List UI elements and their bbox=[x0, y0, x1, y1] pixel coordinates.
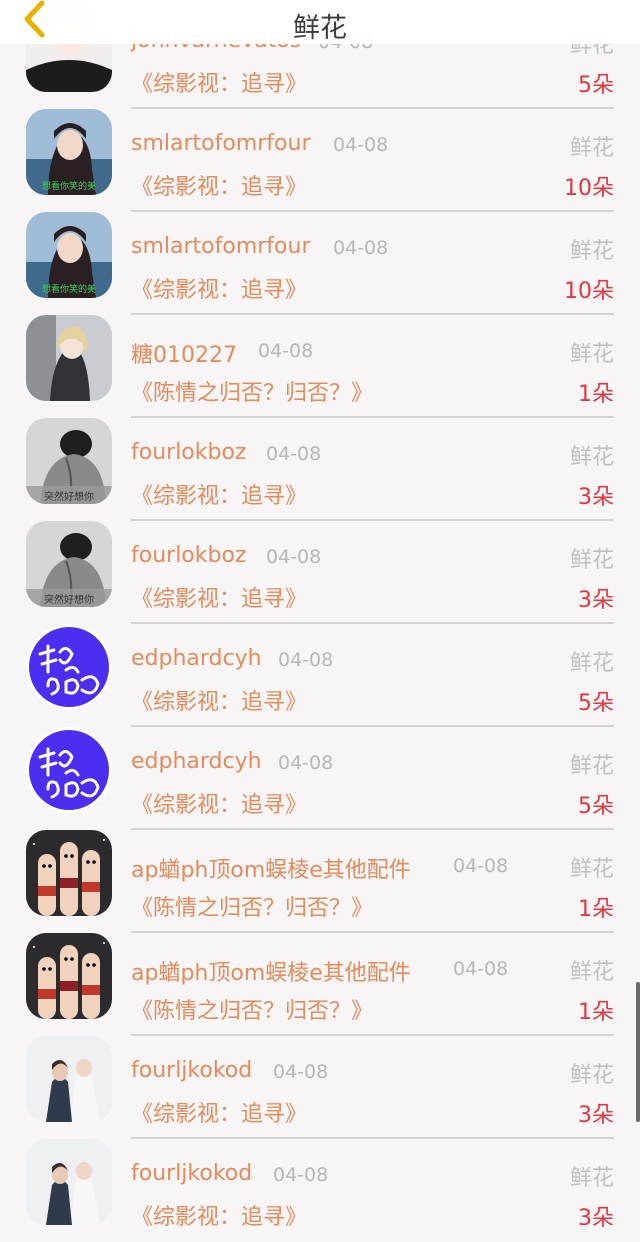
book-title[interactable]: 《陈情之归否？归否？》 bbox=[131, 993, 373, 1025]
gift-date: 04-08 bbox=[453, 958, 509, 980]
avatar[interactable] bbox=[26, 933, 112, 1019]
username[interactable]: ap蝤ph顶om蜈棱e其他配件 bbox=[131, 852, 411, 884]
username[interactable]: smlartofomrfour bbox=[131, 131, 311, 156]
avatar-caption: 想看你笑的美 bbox=[42, 283, 96, 295]
gift-type: 鲜花 bbox=[569, 445, 614, 470]
list-item[interactable]: fourljkokod 04-08 鲜花 《综影视：追寻》 3朵 bbox=[0, 1036, 640, 1139]
gift-date: 04-08 bbox=[266, 443, 322, 465]
list-item[interactable]: 想看你笑的美 smlartofomrfour 04-08 鲜花 《综影视：追寻》… bbox=[0, 109, 640, 212]
avatar[interactable] bbox=[26, 830, 112, 916]
gift-type: 鲜花 bbox=[569, 651, 614, 676]
flower-count: 5朵 bbox=[578, 794, 614, 819]
list-item[interactable]: edphardcyh 04-08 鲜花 《综影视：追寻》 5朵 bbox=[0, 624, 640, 727]
book-title[interactable]: 《陈情之归否？归否？》 bbox=[131, 890, 373, 922]
book-title[interactable]: 《综影视：追寻》 bbox=[131, 684, 307, 716]
gift-type: 鲜花 bbox=[569, 136, 614, 161]
username[interactable]: fourljkokod bbox=[131, 1161, 252, 1186]
gift-date: 04-08 bbox=[266, 546, 322, 568]
list-item[interactable]: 突然好想你 fourlokboz 04-08 鲜花 《综影视：追寻》 3朵 bbox=[0, 418, 640, 521]
list-item[interactable]: 想看你笑的美 smlartofomrfour 04-08 鲜花 《综影视：追寻》… bbox=[0, 212, 640, 315]
flower-count: 1朵 bbox=[578, 382, 614, 407]
book-title[interactable]: 《综影视：追寻》 bbox=[131, 1096, 307, 1128]
list-item[interactable]: 糖010227 04-08 鲜花 《陈情之归否？归否？》 1朵 bbox=[0, 315, 640, 418]
gift-date: 04-08 bbox=[333, 237, 389, 259]
flower-count: 1朵 bbox=[578, 1000, 614, 1025]
flower-count: 10朵 bbox=[564, 279, 614, 304]
flower-count: 10朵 bbox=[564, 176, 614, 201]
book-title[interactable]: 《综影视：追寻》 bbox=[131, 272, 307, 304]
avatar[interactable]: 想看你笑的美 bbox=[26, 109, 112, 195]
username[interactable]: fourlokboz bbox=[131, 440, 246, 465]
avatar[interactable]: 想看你笑的美 bbox=[26, 212, 112, 298]
gift-date: 04-08 bbox=[258, 340, 314, 362]
scrollbar[interactable] bbox=[636, 982, 640, 1122]
avatar-caption: 突然好想你 bbox=[44, 490, 94, 503]
book-title[interactable]: 《综影视：追寻》 bbox=[131, 66, 307, 98]
username[interactable]: fourlokboz bbox=[131, 543, 246, 568]
username[interactable]: edphardcyh bbox=[131, 749, 262, 774]
book-title[interactable]: 《综影视：追寻》 bbox=[131, 787, 307, 819]
avatar[interactable] bbox=[26, 727, 112, 813]
gift-date: 04-08 bbox=[278, 752, 334, 774]
gift-date: 04-08 bbox=[453, 855, 509, 877]
flower-count: 3朵 bbox=[578, 1103, 614, 1128]
list-item[interactable]: ap蝤ph顶om蜈棱e其他配件 04-08 鲜花 《陈情之归否？归否？》 1朵 bbox=[0, 933, 640, 1036]
username[interactable]: ap蝤ph顶om蜈棱e其他配件 bbox=[131, 955, 411, 987]
list-item[interactable]: 突然好想你 fourlokboz 04-08 鲜花 《综影视：追寻》 3朵 bbox=[0, 521, 640, 624]
username[interactable]: 糖010227 bbox=[131, 337, 237, 369]
gift-date: 04-08 bbox=[273, 1061, 329, 1083]
avatar[interactable] bbox=[26, 1036, 112, 1122]
gift-date: 04-08 bbox=[333, 134, 389, 156]
page-title: 鲜花 bbox=[293, 13, 347, 44]
flower-count: 3朵 bbox=[578, 1206, 614, 1231]
gift-type: 鲜花 bbox=[569, 548, 614, 573]
gift-type: 鲜花 bbox=[569, 1063, 614, 1088]
list-item[interactable]: fourljkokod 04-08 鲜花 《综影视：追寻》 3朵 bbox=[0, 1139, 640, 1242]
gift-date: 04-08 bbox=[278, 649, 334, 671]
username[interactable]: fourljkokod bbox=[131, 1058, 252, 1083]
gift-type: 鲜花 bbox=[569, 1166, 614, 1191]
flower-count: 5朵 bbox=[578, 73, 614, 98]
gift-type: 鲜花 bbox=[569, 239, 614, 264]
flower-count: 3朵 bbox=[578, 485, 614, 510]
gift-date: 04-08 bbox=[273, 1164, 329, 1186]
avatar[interactable] bbox=[26, 1139, 112, 1225]
flower-count: 3朵 bbox=[578, 588, 614, 613]
avatar[interactable] bbox=[26, 624, 112, 710]
book-title[interactable]: 《综影视：追寻》 bbox=[131, 1199, 307, 1231]
flower-count: 1朵 bbox=[578, 897, 614, 922]
list-item[interactable]: edphardcyh 04-08 鲜花 《综影视：追寻》 5朵 bbox=[0, 727, 640, 830]
gift-type: 鲜花 bbox=[569, 754, 614, 779]
avatar-caption: 突然好想你 bbox=[44, 593, 94, 606]
username[interactable]: smlartofomrfour bbox=[131, 234, 311, 259]
avatar[interactable]: 突然好想你 bbox=[26, 418, 112, 504]
list-item[interactable]: ap蝤ph顶om蜈棱e其他配件 04-08 鲜花 《陈情之归否？归否？》 1朵 bbox=[0, 830, 640, 933]
book-title[interactable]: 《综影视：追寻》 bbox=[131, 169, 307, 201]
book-title[interactable]: 《陈情之归否？归否？》 bbox=[131, 375, 373, 407]
avatar[interactable] bbox=[26, 315, 112, 401]
gift-type: 鲜花 bbox=[569, 857, 614, 882]
gift-type: 鲜花 bbox=[569, 960, 614, 985]
username[interactable]: edphardcyh bbox=[131, 646, 262, 671]
top-bar: 鲜花 bbox=[0, 0, 640, 44]
gift-type: 鲜花 bbox=[569, 342, 614, 367]
flower-count: 5朵 bbox=[578, 691, 614, 716]
avatar-caption: 想看你笑的美 bbox=[42, 180, 96, 192]
avatar[interactable]: 突然好想你 bbox=[26, 521, 112, 607]
book-title[interactable]: 《综影视：追寻》 bbox=[131, 581, 307, 613]
book-title[interactable]: 《综影视：追寻》 bbox=[131, 478, 307, 510]
